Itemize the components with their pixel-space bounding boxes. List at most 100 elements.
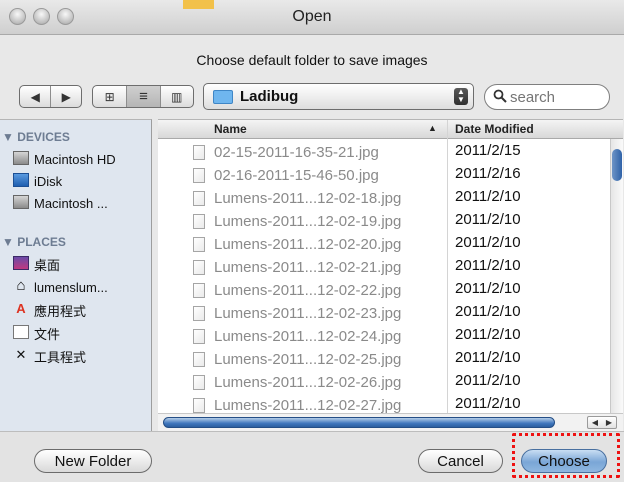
sidebar-item-label: iDisk [34,173,63,189]
table-row[interactable]: Lumens-2011...12-02-18.jpg 2011/2/10 [158,187,610,210]
horizontal-scrollbar[interactable]: ◀ ▶ [158,413,623,431]
file-name: 02-16-2011-15-46-50.jpg [214,167,379,184]
table-row[interactable]: Lumens-2011...12-02-19.jpg 2011/2/10 [158,210,610,233]
sidebar-item-label: Macintosh ... [34,195,108,211]
places-section-header[interactable]: ▼ PLACES [2,235,66,249]
desktop-icon [13,256,29,270]
file-icon [193,237,205,252]
file-icon [193,214,205,229]
vertical-scrollbar[interactable] [610,139,623,413]
file-name: Lumens-2011...12-02-20.jpg [214,236,402,253]
file-date: 2011/2/10 [455,211,521,228]
sidebar-item-home[interactable]: ⌂ lumenslum... [16,278,152,296]
sidebar-item-desktop[interactable]: 桌面 [13,255,152,273]
table-header: Name ▲ Date Modified [158,120,623,139]
disclosure-triangle-icon: ▼ [2,235,18,249]
file-icon [193,260,205,275]
file-date: 2011/2/10 [455,280,521,297]
file-name: 02-15-2011-16-35-21.jpg [214,144,379,161]
folder-icon [213,90,233,104]
file-icon [193,329,205,344]
hard-drive-icon [13,151,29,165]
home-icon: ⌂ [16,277,26,294]
column-view-icon[interactable]: ▥ [161,86,193,107]
file-name: Lumens-2011...12-02-21.jpg [214,259,402,276]
file-icon [193,145,205,160]
column-header-name[interactable]: Name [214,122,247,136]
back-button[interactable]: ◀ [20,86,52,107]
file-name: Lumens-2011...12-02-18.jpg [214,190,402,207]
sidebar-item-macintosh-hd[interactable]: Macintosh HD [13,150,152,168]
sidebar-item-macintosh-2[interactable]: Macintosh ... [13,194,152,212]
sidebar-item-utilities[interactable]: ✕ 工具程式 [16,347,152,365]
forward-button[interactable]: ▶ [51,86,81,107]
file-icon [193,191,205,206]
file-name: Lumens-2011...12-02-19.jpg [214,213,402,230]
search-icon [493,89,507,106]
file-icon [193,306,205,321]
sidebar-item-label: 工具程式 [34,349,87,365]
popup-arrows-icon: ▲ ▼ [454,88,468,105]
table-row[interactable]: Lumens-2011...12-02-24.jpg 2011/2/10 [158,325,610,348]
new-folder-button[interactable]: New Folder [34,449,152,473]
vertical-scroll-thumb[interactable] [612,149,622,181]
view-mode-control: ⊞ ≡ ▥ [92,85,194,108]
devices-section-header[interactable]: ▼ DEVICES [2,130,70,144]
sidebar-item-label: 文件 [34,326,61,342]
sidebar-item-idisk[interactable]: iDisk [13,172,152,190]
back-forward-control: ◀ ▶ [19,85,82,108]
column-header-date[interactable]: Date Modified [455,122,534,136]
file-date: 2011/2/10 [455,395,521,412]
scroll-left-button[interactable]: ◀ [588,417,602,428]
file-date: 2011/2/16 [455,165,521,182]
horizontal-scroll-arrows: ◀ ▶ [587,416,617,429]
sidebar: ▼ DEVICES Macintosh HD iDisk Macintosh .… [0,119,152,431]
sidebar-item-label: 桌面 [34,257,61,273]
sidebar-item-label: 應用程式 [34,303,87,319]
file-date: 2011/2/10 [455,188,521,205]
scroll-right-button[interactable]: ▶ [602,417,616,428]
sidebar-item-label: lumenslum... [34,279,108,295]
file-icon [193,398,205,413]
file-name: Lumens-2011...12-02-23.jpg [214,305,402,322]
table-row[interactable]: Lumens-2011...12-02-25.jpg 2011/2/10 [158,348,610,371]
table-row[interactable]: 02-15-2011-16-35-21.jpg 2011/2/15 [158,141,610,164]
table-row[interactable]: Lumens-2011...12-02-23.jpg 2011/2/10 [158,302,610,325]
search-field[interactable] [484,84,610,110]
sidebar-item-label: Macintosh HD [34,151,116,167]
table-row[interactable]: 02-16-2011-15-46-50.jpg 2011/2/16 [158,164,610,187]
table-row[interactable]: Lumens-2011...12-02-22.jpg 2011/2/10 [158,279,610,302]
idisk-icon [13,173,29,187]
file-icon [193,168,205,183]
file-date: 2011/2/10 [455,303,521,320]
sort-ascending-icon: ▲ [428,123,437,133]
file-date: 2011/2/10 [455,372,521,389]
location-label: Ladibug [240,88,299,105]
file-date: 2011/2/15 [455,142,521,159]
file-date: 2011/2/10 [455,234,521,251]
file-date: 2011/2/10 [455,349,521,366]
open-dialog: Open Choose default folder to save image… [0,0,624,482]
file-name: Lumens-2011...12-02-27.jpg [214,397,402,414]
cancel-button[interactable]: Cancel [418,449,503,473]
sidebar-item-documents[interactable]: 文件 [13,324,152,342]
location-popup[interactable]: Ladibug ▲ ▼ [203,83,474,110]
title-bar[interactable]: Open [0,0,624,35]
table-row[interactable]: Lumens-2011...12-02-20.jpg 2011/2/10 [158,233,610,256]
hard-drive-icon [13,195,29,209]
disclosure-triangle-icon: ▼ [2,130,18,144]
file-name: Lumens-2011...12-02-26.jpg [214,374,402,391]
file-icon [193,375,205,390]
file-date: 2011/2/10 [455,326,521,343]
search-input[interactable] [510,88,600,106]
table-row[interactable]: Lumens-2011...12-02-21.jpg 2011/2/10 [158,256,610,279]
table-row[interactable]: Lumens-2011...12-02-26.jpg 2011/2/10 [158,371,610,394]
highlight-annotation [512,433,620,478]
sidebar-item-applications[interactable]: A 應用程式 [16,301,152,319]
list-view-icon[interactable]: ≡ [127,86,161,107]
file-name: Lumens-2011...12-02-24.jpg [214,328,402,345]
documents-icon [13,325,29,339]
icon-view-icon[interactable]: ⊞ [93,86,128,107]
file-icon [193,352,205,367]
horizontal-scroll-thumb[interactable] [163,417,555,428]
